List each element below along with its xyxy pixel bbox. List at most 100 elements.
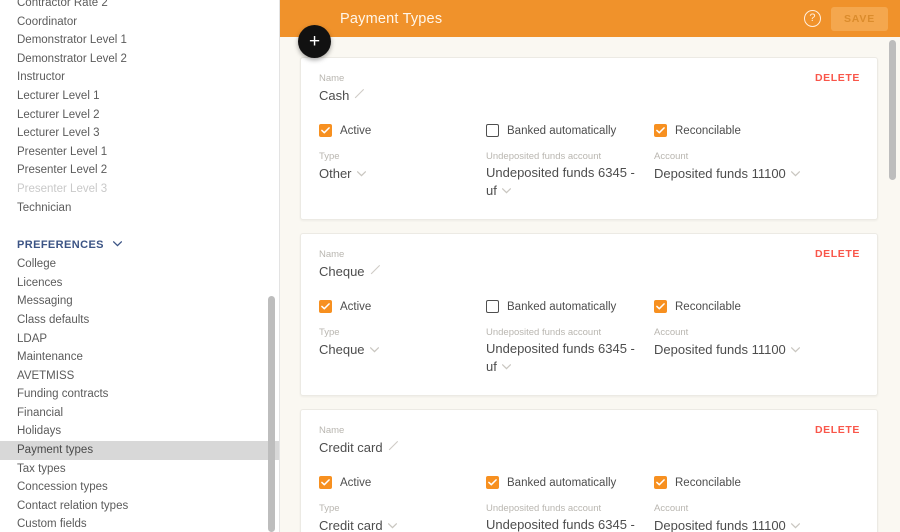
account-field: Account Deposited funds 11100 (654, 503, 859, 532)
sidebar-item-presenter-level-3[interactable]: Presenter Level 3 (0, 180, 279, 199)
account-value[interactable]: Deposited funds 11100 (654, 516, 859, 532)
chevron-down-icon[interactable] (356, 164, 366, 181)
card-checkbox-row: Active Banked automatically Reconcilable (319, 124, 859, 137)
sidebar-item-presenter-level-1[interactable]: Presenter Level 1 (0, 143, 279, 162)
name-value[interactable]: Cash (319, 88, 349, 103)
top-bar: Payment Types ? SAVE (280, 0, 900, 37)
chevron-down-icon[interactable] (113, 233, 123, 255)
sidebar-item-class-defaults[interactable]: Class defaults (0, 311, 279, 330)
sidebar-item-label: Presenter Level 3 (17, 182, 108, 195)
sidebar-item-ldap[interactable]: LDAP (0, 330, 279, 349)
add-payment-type-button[interactable]: + (298, 25, 331, 58)
payment-type-card-list: DELETE Name Cash Active Banked automatically… (280, 57, 900, 532)
undeposited-funds-account-field: Undeposited funds account Undeposited fun… (486, 327, 654, 375)
sidebar-item-avetmiss[interactable]: AVETMISS (0, 367, 279, 386)
sidebar-item-contact-relation-types[interactable]: Contact relation types (0, 497, 279, 516)
page-title: Payment Types (340, 10, 443, 27)
sidebar-item-funding-contracts[interactable]: Funding contracts (0, 385, 279, 404)
chevron-down-icon[interactable] (790, 340, 800, 357)
sidebar-item-licences[interactable]: Licences (0, 274, 279, 293)
sidebar-section-preferences[interactable]: PREFERENCES (0, 233, 279, 255)
chevron-down-icon[interactable] (790, 164, 800, 181)
sidebar-item-demonstrator-level-1[interactable]: Demonstrator Level 1 (0, 31, 279, 50)
sidebar: Contractor Rate 2 Coordinator Demonstrator… (0, 0, 280, 532)
save-button[interactable]: SAVE (830, 6, 888, 31)
sidebar-item-payment-types[interactable]: Payment types (0, 441, 279, 460)
banked-automatically-label: Banked automatically (507, 300, 617, 313)
payment-type-card: DELETE Name Cheque Active Banked automatical… (300, 233, 878, 396)
sidebar-item-label: Presenter Level 2 (17, 164, 108, 177)
sidebar-item-technician[interactable]: Technician (0, 199, 279, 218)
sidebar-item-messaging[interactable]: Messaging (0, 292, 279, 311)
active-checkbox-cell: Active (319, 476, 486, 489)
question-mark-circle-icon[interactable]: ? (803, 10, 821, 27)
sidebar-item-maintenance[interactable]: Maintenance (0, 348, 279, 367)
chevron-down-icon[interactable] (790, 516, 800, 532)
sidebar-item-label: Contractor Rate 2 (17, 0, 108, 9)
banked-automatically-checkbox-cell: Banked automatically (486, 124, 654, 137)
sidebar-item-lecturer-level-3[interactable]: Lecturer Level 3 (0, 124, 279, 143)
sidebar-item-financial[interactable]: Financial (0, 404, 279, 423)
sidebar-item-holidays[interactable]: Holidays (0, 422, 279, 441)
plus-icon: + (308, 31, 321, 52)
active-checkbox[interactable] (319, 476, 332, 489)
account-value[interactable]: Deposited funds 11100 (654, 164, 859, 182)
sidebar-item-concession-types[interactable]: Concession types (0, 478, 279, 497)
undeposited-funds-account-label: Undeposited funds account (486, 503, 602, 514)
sidebar-item-lecturer-level-1[interactable]: Lecturer Level 1 (0, 87, 279, 106)
sidebar-item-college[interactable]: College (0, 255, 279, 274)
account-value[interactable]: Deposited funds 11100 (654, 340, 859, 358)
name-value[interactable]: Credit card (319, 440, 383, 455)
sidebar-item-demonstrator-level-2[interactable]: Demonstrator Level 2 (0, 50, 279, 69)
banked-automatically-label: Banked automatically (507, 476, 617, 489)
account-label: Account (654, 151, 689, 162)
undeposited-funds-account-value[interactable]: Undeposited funds 6345 - uf (486, 164, 640, 199)
undeposited-funds-account-value[interactable]: Undeposited funds 6345 - uf (486, 340, 640, 375)
content-scroll-area: DELETE Name Cash Active Banked automatically… (280, 37, 900, 532)
undeposited-funds-account-value[interactable]: Undeposited funds 6345 - uf (486, 516, 640, 532)
name-value[interactable]: Cheque (319, 264, 365, 279)
sidebar-section-label: PREFERENCES (17, 239, 104, 252)
top-bar-actions: ? SAVE (803, 6, 900, 31)
sidebar-item-label: Financial (17, 406, 64, 419)
banked-automatically-checkbox-cell: Banked automatically (486, 300, 654, 313)
sidebar-item-label: Contact relation types (17, 499, 129, 512)
type-value[interactable]: Other (319, 164, 486, 182)
sidebar-nav-list: Contractor Rate 2 Coordinator Demonstrator… (0, 0, 279, 218)
pencil-icon[interactable] (388, 438, 399, 456)
sidebar-item-label: College (17, 258, 56, 271)
sidebar-item-lecturer-level-2[interactable]: Lecturer Level 2 (0, 106, 279, 125)
sidebar-item-coordinator[interactable]: Coordinator (0, 13, 279, 32)
pencil-icon[interactable] (370, 262, 381, 280)
sidebar-item-label: Licences (17, 276, 63, 289)
delete-button[interactable]: DELETE (815, 424, 860, 436)
banked-automatically-checkbox[interactable] (486, 476, 499, 489)
chevron-down-icon[interactable] (387, 516, 397, 532)
banked-automatically-checkbox[interactable] (486, 124, 499, 137)
active-checkbox[interactable] (319, 124, 332, 137)
active-checkbox[interactable] (319, 300, 332, 313)
name-field: Name Cash (319, 73, 859, 105)
sidebar-item-instructor[interactable]: Instructor (0, 68, 279, 87)
sidebar-preferences-list: College Licences Messaging Class defaults LD… (0, 255, 279, 532)
chevron-down-icon[interactable] (501, 357, 511, 374)
sidebar-item-label: Lecturer Level 1 (17, 89, 100, 102)
reconcilable-checkbox[interactable] (654, 124, 667, 137)
pencil-icon[interactable] (354, 86, 365, 104)
sidebar-item-custom-fields[interactable]: Custom fields (0, 515, 279, 532)
sidebar-item-contractor-rate-2[interactable]: Contractor Rate 2 (0, 0, 279, 13)
main-panel: Payment Types ? SAVE + DELETE Name Cash Act… (280, 0, 900, 532)
banked-automatically-checkbox[interactable] (486, 300, 499, 313)
type-value[interactable]: Credit card (319, 516, 486, 532)
sidebar-item-label: Payment types (17, 444, 94, 457)
sidebar-item-presenter-level-2[interactable]: Presenter Level 2 (0, 161, 279, 180)
sidebar-item-tax-types[interactable]: Tax types (0, 460, 279, 479)
reconcilable-checkbox[interactable] (654, 300, 667, 313)
reconcilable-checkbox[interactable] (654, 476, 667, 489)
chevron-down-icon[interactable] (369, 340, 379, 357)
delete-button[interactable]: DELETE (815, 72, 860, 84)
delete-button[interactable]: DELETE (815, 248, 860, 260)
chevron-down-icon[interactable] (501, 181, 511, 198)
type-value[interactable]: Cheque (319, 340, 486, 358)
sidebar-item-label: Presenter Level 1 (17, 145, 108, 158)
